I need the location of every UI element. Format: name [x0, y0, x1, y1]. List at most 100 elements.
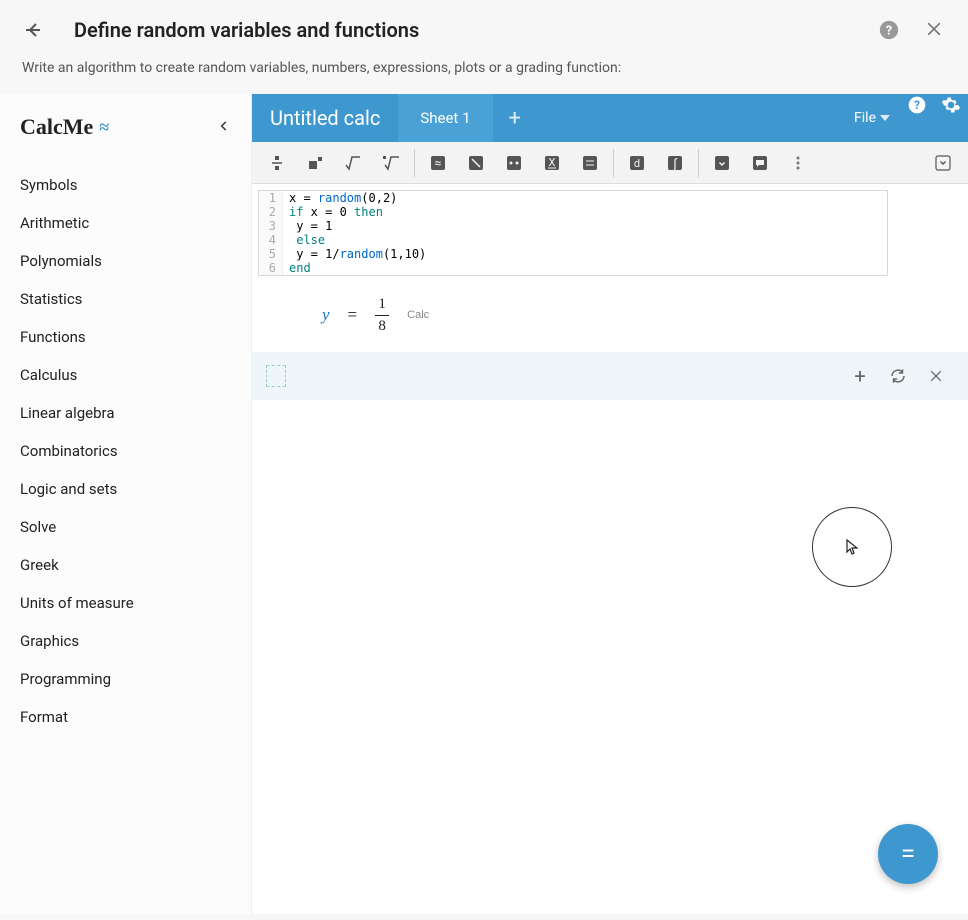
sidebar-item-label: Logic and sets [20, 480, 117, 498]
table-icon[interactable] [495, 144, 533, 182]
sidebar-item-label: Symbols [20, 176, 78, 194]
cursor-icon [845, 538, 859, 556]
code-line: 2if x = 0 then [259, 205, 887, 219]
tabs-bar: Untitled calc Sheet 1 + File ? [252, 94, 968, 142]
exponent-icon[interactable] [296, 144, 334, 182]
add-row-icon[interactable]: + [846, 362, 874, 390]
sidebar-item-solve[interactable]: Solve [0, 508, 251, 546]
underbar-icon[interactable]: X [533, 144, 571, 182]
svg-text:X: X [549, 156, 556, 169]
sidebar-item-label: Linear algebra [20, 404, 114, 422]
code-line: 5 y = 1/random(1,10) [259, 247, 887, 261]
line-code[interactable]: else [283, 233, 325, 247]
sidebar-item-label: Arithmetic [20, 214, 89, 232]
sidebar-item-format[interactable]: Format [0, 698, 251, 736]
tab-sheet-1[interactable]: Sheet 1 [398, 94, 492, 142]
sidebar-item-label: Graphics [20, 632, 79, 650]
sidebar-item-units[interactable]: Units of measure [0, 584, 251, 622]
sidebar-item-combinatorics[interactable]: Combinatorics [0, 432, 251, 470]
refresh-icon[interactable] [884, 362, 912, 390]
numerator: 1 [378, 296, 386, 313]
nroot-icon[interactable] [372, 144, 410, 182]
line-code[interactable]: if x = 0 then [283, 205, 383, 219]
file-menu-label: File [854, 110, 876, 126]
toolbar: ≈ X d ∫ [252, 142, 968, 184]
settings-icon[interactable] [940, 94, 962, 116]
brand-wave-icon: ≈ [99, 117, 109, 138]
sidebar-item-statistics[interactable]: Statistics [0, 280, 251, 318]
fraction-line [375, 315, 389, 316]
line-number: 6 [259, 261, 283, 275]
code-line: 4 else [259, 233, 887, 247]
close-icon[interactable] [924, 19, 946, 41]
sidebar-item-calculus[interactable]: Calculus [0, 356, 251, 394]
sidebar-item-label: Combinatorics [20, 442, 118, 460]
result-variable: y [322, 305, 330, 325]
sidebar-item-greek[interactable]: Greek [0, 546, 251, 584]
fab-glyph: = [901, 839, 915, 869]
result-row: y = 1 8 Calc [252, 276, 968, 352]
line-number: 4 [259, 233, 283, 247]
stack-icon[interactable] [571, 144, 609, 182]
sidebar-item-programming[interactable]: Programming [0, 660, 251, 698]
delete-row-icon[interactable] [922, 362, 950, 390]
code-line: 3 y = 1 [259, 219, 887, 233]
sidebar-item-graphics[interactable]: Graphics [0, 622, 251, 660]
svg-text:≈: ≈ [435, 156, 442, 170]
svg-text:?: ? [914, 98, 920, 112]
sidebar-item-label: Greek [20, 556, 59, 574]
sidebar-item-label: Functions [20, 328, 86, 346]
new-expression-row[interactable]: + [252, 352, 968, 400]
expression-placeholder[interactable] [266, 365, 286, 387]
sidebar-item-polynomials[interactable]: Polynomials [0, 242, 251, 280]
approx-icon[interactable]: ≈ [419, 144, 457, 182]
denominator: 8 [378, 318, 386, 335]
sqrt-icon[interactable] [334, 144, 372, 182]
evaluate-fab[interactable]: = [878, 824, 938, 884]
sidebar-item-symbols[interactable]: Symbols [0, 166, 251, 204]
sidebar-item-functions[interactable]: Functions [0, 318, 251, 356]
sidebar-item-label: Units of measure [20, 594, 134, 612]
file-menu[interactable]: File [844, 94, 900, 142]
main-panel: Untitled calc Sheet 1 + File ? ≈ [252, 94, 968, 914]
help-icon[interactable]: ? [878, 19, 900, 41]
brand-logo: CalcMe ≈ [20, 114, 109, 140]
integral-icon[interactable]: ∫ [656, 144, 694, 182]
export-icon[interactable] [924, 144, 962, 182]
page-subtitle: Write an algorithm to create random vari… [0, 50, 968, 94]
result-label: Calc [407, 309, 429, 321]
code-line: 1x = random(0,2) [259, 191, 887, 205]
sidebar: CalcMe ≈ Symbols Arithmetic Polynomials … [0, 94, 252, 914]
cursor-indicator [812, 507, 892, 587]
sidebar-item-label: Calculus [20, 366, 77, 384]
add-sheet-button[interactable]: + [493, 94, 537, 142]
fraction-icon[interactable] [258, 144, 296, 182]
code-editor[interactable]: 1x = random(0,2)2if x = 0 then3 y = 14 e… [258, 190, 888, 276]
matrix-icon[interactable] [457, 144, 495, 182]
collapse-sidebar-button[interactable] [217, 117, 231, 138]
back-button[interactable] [22, 18, 46, 42]
line-number: 5 [259, 247, 283, 261]
chat-icon[interactable] [741, 144, 779, 182]
line-code[interactable]: end [283, 261, 311, 275]
sidebar-item-logic-and-sets[interactable]: Logic and sets [0, 470, 251, 508]
svg-text:?: ? [886, 24, 892, 39]
code-line: 6end [259, 261, 887, 275]
document-title[interactable]: Untitled calc [252, 94, 398, 142]
result-fraction: 1 8 [375, 296, 389, 334]
sidebar-item-label: Format [20, 708, 68, 726]
sidebar-item-linear-algebra[interactable]: Linear algebra [0, 394, 251, 432]
sidebar-item-arithmetic[interactable]: Arithmetic [0, 204, 251, 242]
download-icon[interactable] [703, 144, 741, 182]
line-number: 2 [259, 205, 283, 219]
line-number: 1 [259, 191, 283, 205]
sidebar-item-label: Solve [20, 518, 56, 536]
help-icon[interactable]: ? [906, 94, 928, 116]
more-icon[interactable] [779, 144, 817, 182]
line-code[interactable]: y = 1 [283, 219, 332, 233]
line-code[interactable]: x = random(0,2) [283, 191, 397, 205]
line-number: 3 [259, 219, 283, 233]
line-code[interactable]: y = 1/random(1,10) [283, 247, 426, 261]
sidebar-item-label: Programming [20, 670, 111, 688]
derivative-icon[interactable]: d [618, 144, 656, 182]
